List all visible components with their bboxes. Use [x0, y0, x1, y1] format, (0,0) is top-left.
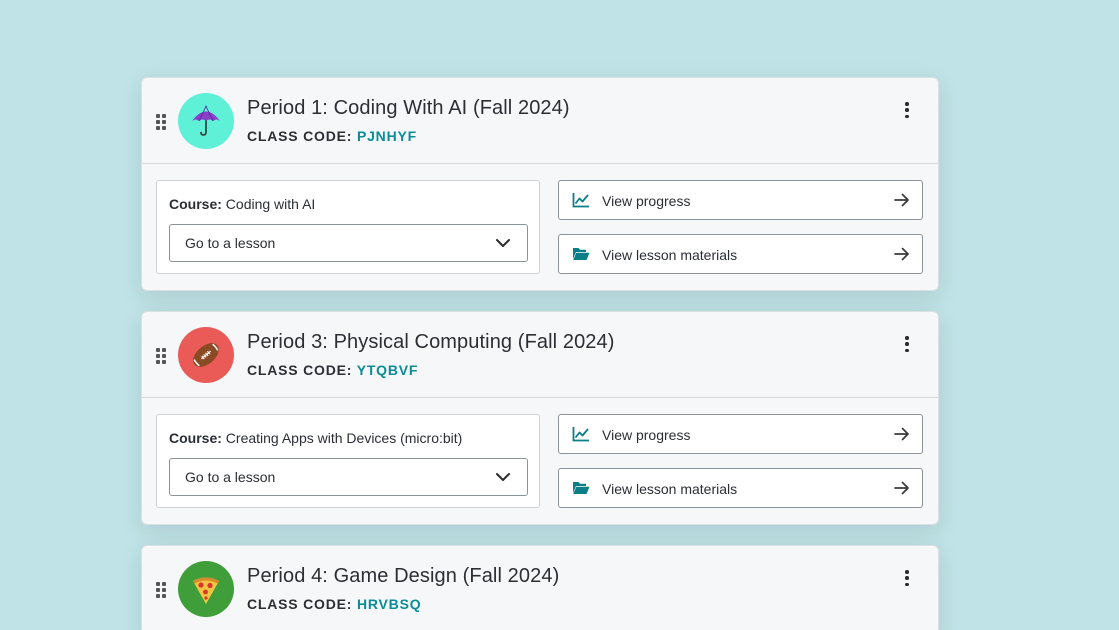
- view-lesson-materials-label: View lesson materials: [602, 247, 738, 263]
- section-body: Course: Creating Apps with Devices (micr…: [142, 398, 938, 524]
- folder-open-icon: [573, 248, 590, 260]
- section-body: Course: Coding with AI Go to a lesson Vi…: [142, 164, 938, 290]
- section-title: Period 1: Coding With AI (Fall 2024): [247, 97, 570, 119]
- arrow-right-icon: [894, 481, 909, 495]
- umbrella-icon: [192, 105, 220, 136]
- view-lesson-materials-button[interactable]: View lesson materials: [558, 234, 923, 274]
- view-progress-label: View progress: [602, 427, 691, 443]
- drag-handle-icon[interactable]: [156, 114, 166, 130]
- chevron-down-icon: [496, 473, 510, 481]
- drag-handle-icon[interactable]: [156, 582, 166, 598]
- course-name: Coding with AI: [225, 196, 316, 212]
- section-card: Period 4: Game Design (Fall 2024) CLASS …: [141, 545, 939, 630]
- view-lesson-materials-button[interactable]: View lesson materials: [558, 468, 923, 508]
- section-title: Period 3: Physical Computing (Fall 2024): [247, 331, 615, 353]
- more-options-icon[interactable]: [902, 336, 912, 352]
- class-code-line: CLASS CODE: HRVBSQ: [247, 596, 421, 612]
- pizza-icon: [193, 577, 219, 604]
- arrow-right-icon: [894, 427, 909, 441]
- drag-handle-icon[interactable]: [156, 348, 166, 364]
- section-header: Period 3: Physical Computing (Fall 2024)…: [142, 312, 938, 398]
- section-card: Period 1: Coding With AI (Fall 2024) CLA…: [141, 77, 939, 291]
- course-name: Creating Apps with Devices (micro:bit): [225, 430, 463, 446]
- class-code-value: YTQBVF: [356, 362, 419, 378]
- section-avatar: [178, 561, 234, 617]
- course-panel: Course: Coding with AI Go to a lesson: [156, 180, 540, 274]
- section-header: Period 1: Coding With AI (Fall 2024) CLA…: [142, 78, 938, 164]
- chevron-down-icon: [496, 239, 510, 247]
- class-code-label: CLASS CODE:: [247, 128, 353, 144]
- arrow-right-icon: [894, 247, 909, 261]
- course-panel: Course: Creating Apps with Devices (micr…: [156, 414, 540, 508]
- more-options-icon[interactable]: [902, 570, 912, 586]
- view-progress-label: View progress: [602, 193, 691, 209]
- class-code-line: CLASS CODE: YTQBVF: [247, 362, 418, 378]
- more-options-icon[interactable]: [902, 102, 912, 118]
- section-avatar: [178, 327, 234, 383]
- folder-open-icon: [573, 482, 590, 494]
- section-card: Period 3: Physical Computing (Fall 2024)…: [141, 311, 939, 525]
- course-line: Course: Creating Apps with Devices (micr…: [169, 430, 462, 446]
- section-avatar: [178, 93, 234, 149]
- class-code-line: CLASS CODE: PJNHYF: [247, 128, 417, 144]
- class-code-value: PJNHYF: [356, 128, 417, 144]
- lesson-select-value: Go to a lesson: [185, 235, 276, 251]
- course-label: Course:: [169, 430, 222, 446]
- course-label: Course:: [169, 196, 222, 212]
- class-code-label: CLASS CODE:: [247, 362, 353, 378]
- section-title: Period 4: Game Design (Fall 2024): [247, 565, 560, 587]
- view-progress-button[interactable]: View progress: [558, 180, 923, 220]
- lesson-select[interactable]: Go to a lesson: [169, 224, 528, 262]
- line-chart-icon: [572, 193, 589, 208]
- course-line: Course: Coding with AI: [169, 196, 315, 212]
- view-progress-button[interactable]: View progress: [558, 414, 923, 454]
- class-code-value: HRVBSQ: [356, 596, 422, 612]
- lesson-select-value: Go to a lesson: [185, 469, 276, 485]
- class-code-label: CLASS CODE:: [247, 596, 353, 612]
- arrow-right-icon: [894, 193, 909, 207]
- view-lesson-materials-label: View lesson materials: [602, 481, 738, 497]
- lesson-select[interactable]: Go to a lesson: [169, 458, 528, 496]
- section-header: Period 4: Game Design (Fall 2024) CLASS …: [142, 546, 938, 630]
- football-icon: [193, 343, 219, 367]
- line-chart-icon: [572, 427, 589, 442]
